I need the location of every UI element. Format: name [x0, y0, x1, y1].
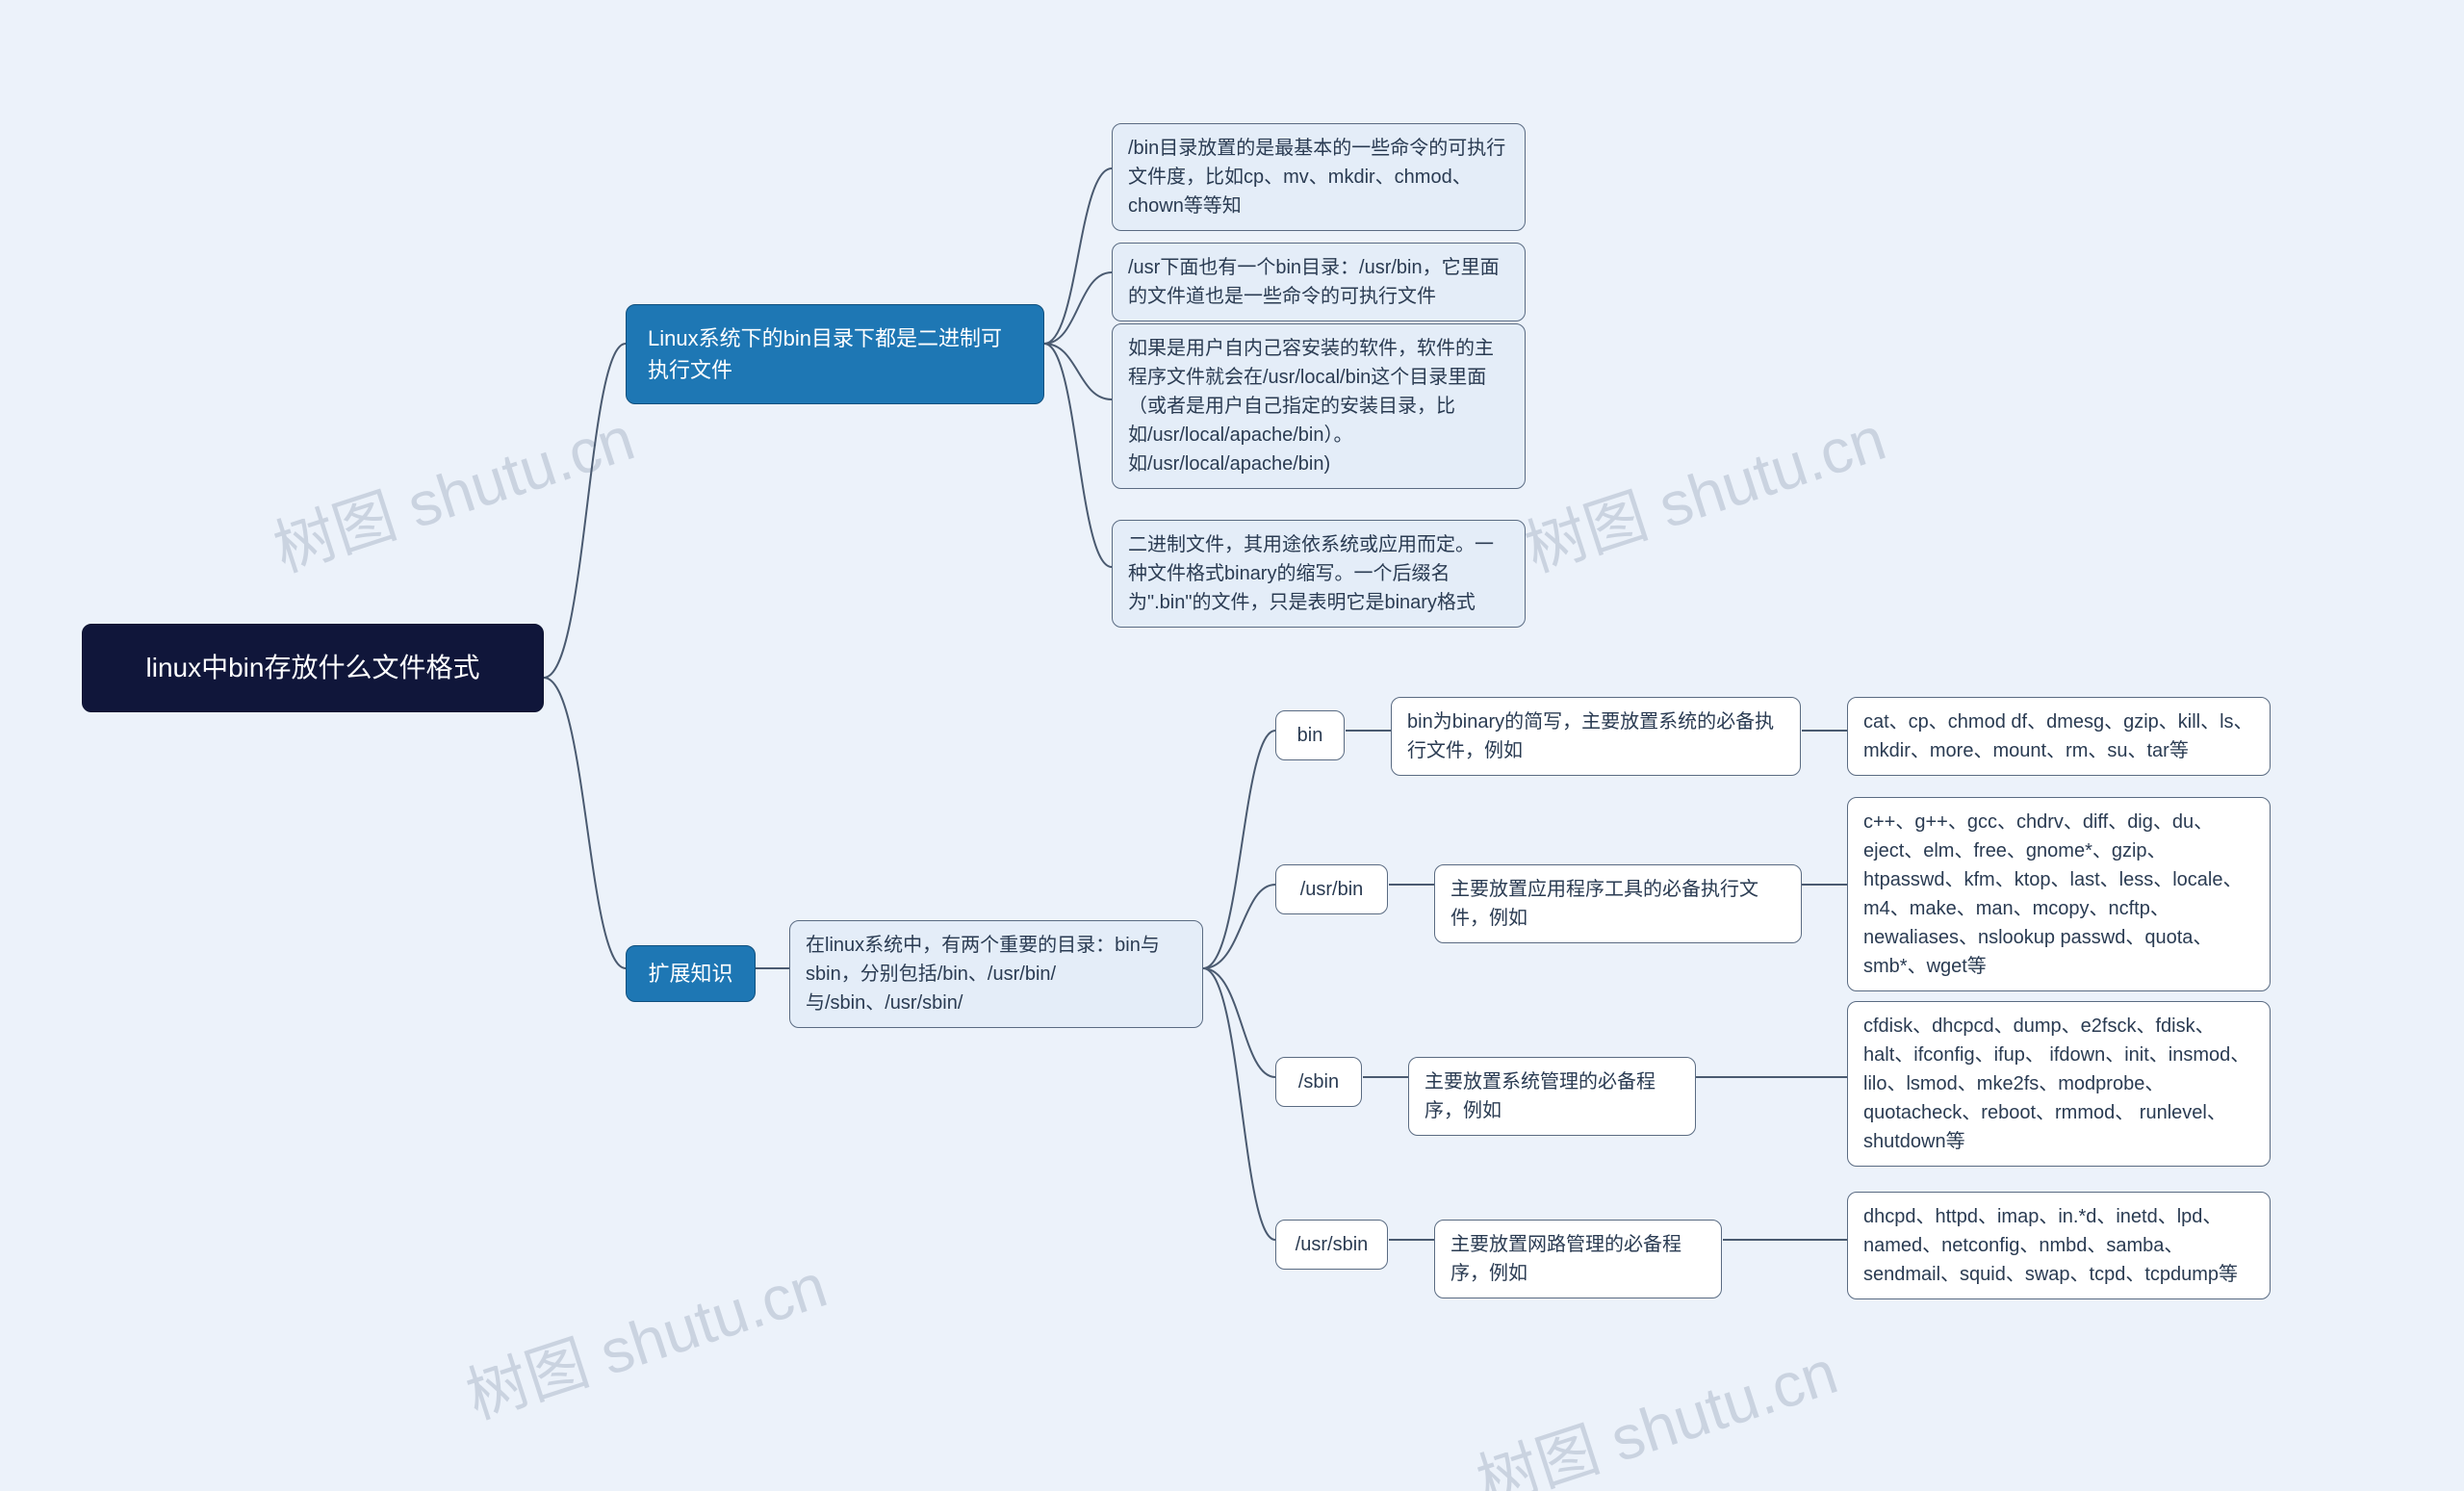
row-usrsbin-name[interactable]: /usr/sbin [1275, 1220, 1388, 1270]
leaf-usr-local-bin[interactable]: 如果是用户自内己容安装的软件，软件的主程序文件就会在/usr/local/bin… [1112, 323, 1526, 489]
row-bin-mid[interactable]: bin为binary的简写，主要放置系统的必备执行文件，例如 [1391, 697, 1801, 776]
watermark: 树图 shutu.cn [1465, 1324, 1847, 1491]
leaf-bin-basic-cmds[interactable]: /bin目录放置的是最基本的一些命令的可执行文件度，比如cp、mv、mkdir、… [1112, 123, 1526, 231]
row-usrbin-mid[interactable]: 主要放置应用程序工具的必备执行文件，例如 [1434, 864, 1802, 943]
row-usrbin-leaf[interactable]: c++、g++、gcc、chdrv、diff、dig、du、eject、elm、… [1847, 797, 2271, 991]
leaf-binary-file[interactable]: 二进制文件，其用途依系统或应用而定。一种文件格式binary的缩写。一个后缀名为… [1112, 520, 1526, 628]
row-usrsbin-leaf[interactable]: dhcpd、httpd、imap、in.*d、inetd、lpd、named、n… [1847, 1192, 2271, 1299]
row-sbin-mid[interactable]: 主要放置系统管理的必备程序，例如 [1408, 1057, 1696, 1136]
leaf-usr-bin[interactable]: /usr下面也有一个bin目录：/usr/bin，它里面的文件道也是一些命令的可… [1112, 243, 1526, 321]
watermark: 树图 shutu.cn [262, 390, 644, 589]
row-bin-leaf[interactable]: cat、cp、chmod df、dmesg、gzip、kill、ls、mkdir… [1847, 697, 2271, 776]
branch-extended-knowledge[interactable]: 扩展知识 [626, 945, 756, 1002]
row-bin-name[interactable]: bin [1275, 710, 1345, 760]
branch-bin-directory[interactable]: Linux系统下的bin目录下都是二进制可执行文件 [626, 304, 1044, 404]
row-usrsbin-mid[interactable]: 主要放置网路管理的必备程序，例如 [1434, 1220, 1722, 1298]
row-usrbin-name[interactable]: /usr/bin [1275, 864, 1388, 914]
root-node[interactable]: linux中bin存放什么文件格式 [82, 624, 544, 712]
mindmap-canvas: 树图 shutu.cn 树图 shutu.cn 树图 shutu.cn 树图 s… [0, 0, 2464, 1491]
watermark: 树图 shutu.cn [1513, 390, 1895, 589]
row-sbin-leaf[interactable]: cfdisk、dhcpcd、dump、e2fsck、fdisk、halt、ifc… [1847, 1001, 2271, 1167]
extended-desc[interactable]: 在linux系统中，有两个重要的目录：bin与sbin，分别包括/bin、/us… [789, 920, 1203, 1028]
row-sbin-name[interactable]: /sbin [1275, 1057, 1362, 1107]
watermark: 树图 shutu.cn [454, 1237, 836, 1436]
